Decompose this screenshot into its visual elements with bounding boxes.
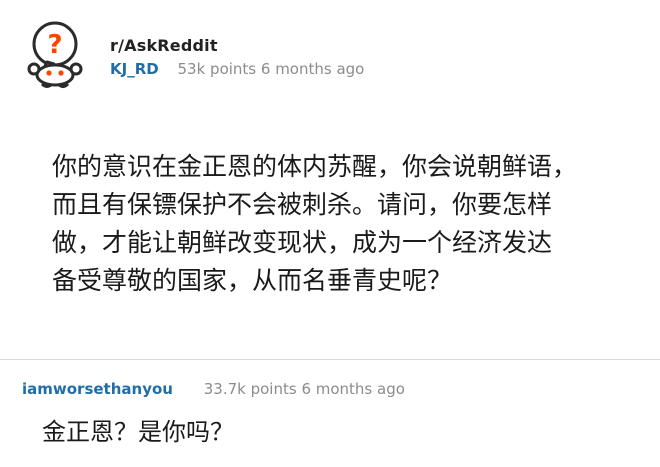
post-meta: KJ_RD 53k points 6 months ago bbox=[110, 60, 364, 78]
post-author-link[interactable]: KJ_RD bbox=[110, 60, 159, 78]
post-points-time: 53k points 6 months ago bbox=[177, 60, 365, 78]
post-body-text: 你的意识在金正恩的体内苏醒，你会说朝鲜语， 而且有保镖保护不会被刺杀。请问，你要… bbox=[52, 152, 578, 295]
reddit-alien-question-icon: ? bbox=[27, 21, 83, 88]
comment-author-link[interactable]: iamworsethanyou bbox=[22, 380, 173, 398]
post-header: ? r/AskReddit KJ_RD 53k points 6 months … bbox=[20, 20, 640, 88]
comment-points-time: 33.7k points 6 months ago bbox=[203, 380, 405, 398]
comment-text: 金正恩？是你吗？ bbox=[42, 418, 234, 446]
subreddit-name[interactable]: r/AskReddit bbox=[110, 36, 218, 55]
svg-text:?: ? bbox=[47, 30, 62, 60]
comment-header: iamworsethanyou 33.7k points 6 months ag… bbox=[22, 380, 405, 398]
comment: iamworsethanyou 33.7k points 6 months ag… bbox=[0, 360, 660, 467]
